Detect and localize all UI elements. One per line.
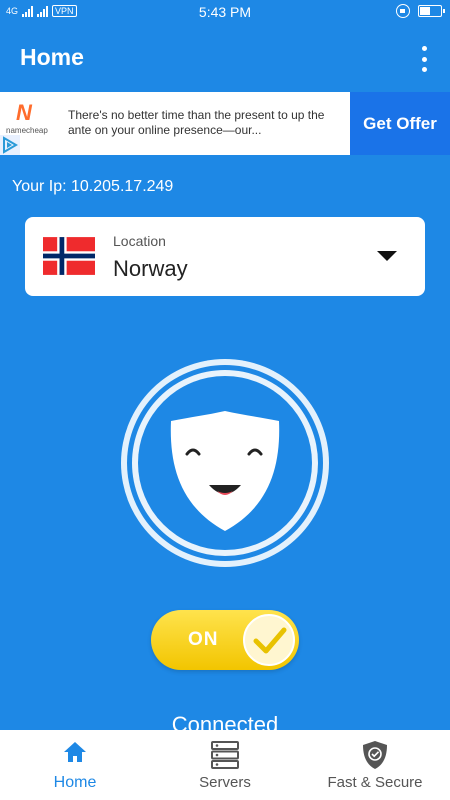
connect-shield-button[interactable] [119,357,331,569]
vpn-toggle[interactable]: ON [151,610,299,670]
location-value: Norway [113,256,188,281]
namecheap-logo-icon: N [16,100,32,125]
ad-logo: N namecheap [6,100,56,140]
ip-address: Your Ip: 10.205.17.249 [12,178,174,195]
battery-icon [418,5,445,17]
shield-face-icon [121,359,329,567]
chevron-down-icon [377,251,397,261]
adchoices-icon[interactable] [0,135,20,155]
app-bar: Home [0,24,450,92]
toggle-knob [243,614,295,666]
nav-label-servers: Servers [199,774,251,791]
nav-label-home: Home [53,774,97,791]
nav-label-fast-secure: Fast & Secure [327,774,423,791]
ad-banner[interactable]: N namecheap There's no better time than … [0,92,450,155]
get-offer-button[interactable]: Get Offer [350,92,450,155]
status-time: 5:43 PM [198,4,252,20]
rotation-lock-icon [396,4,410,18]
nav-item-servers[interactable]: Servers [150,730,300,800]
bottom-nav: Home Servers Fast & Secure [0,730,450,800]
location-label: Location [113,233,166,249]
norway-flag-icon [43,237,95,275]
ad-text: There's no better time than the present … [68,108,325,137]
location-selector[interactable]: Location Norway [25,217,425,296]
status-bar: 4G VPN 5:43 PM [0,0,450,24]
overflow-menu-icon[interactable] [420,46,428,72]
status-right [396,4,445,18]
home-icon [64,742,86,762]
nav-item-fast-secure[interactable]: Fast & Secure [300,730,450,800]
shield-check-icon [363,741,387,769]
check-icon [253,627,287,654]
ad-brand: namecheap [6,126,48,135]
page-title: Home [20,44,84,70]
servers-icon [211,741,239,769]
nav-item-home[interactable]: Home [0,730,150,800]
toggle-label: ON [188,629,219,650]
